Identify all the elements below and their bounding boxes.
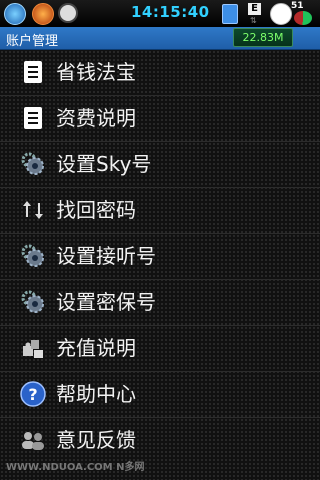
document-icon bbox=[24, 107, 42, 129]
users-icon bbox=[22, 432, 44, 450]
signal-arrows-icon: ⇅ bbox=[250, 16, 257, 25]
menu-item-set-sky-number[interactable]: 设置Sky号 bbox=[0, 142, 320, 188]
weather-notification-icon bbox=[32, 3, 54, 25]
menu-item-label: 找回密码 bbox=[56, 198, 136, 222]
menu-item-label: 设置接听号 bbox=[56, 244, 156, 268]
battery-percent: 51 bbox=[291, 1, 304, 11]
status-bar: 14:15:40 E ⇅ 51 bbox=[0, 0, 320, 27]
battery-icon bbox=[294, 11, 312, 25]
menu-item-label: 设置Sky号 bbox=[56, 152, 152, 176]
menu-item-label: 设置密保号 bbox=[56, 290, 156, 314]
menu-item-help-center[interactable]: ? 帮助中心 bbox=[0, 372, 320, 418]
menu-item-recharge-description[interactable]: 充值说明 bbox=[0, 326, 320, 372]
gear-icon bbox=[21, 290, 44, 313]
menu-item-save-money[interactable]: 省钱法宝 bbox=[0, 50, 320, 96]
menu-list: 省钱法宝 资费说明 设置Sky号 找回密码 设置接听号 设置密保号 充值说明 ?… bbox=[0, 50, 320, 480]
page-title: 账户管理 bbox=[6, 34, 59, 49]
menu-item-feedback[interactable]: 意见反馈 bbox=[0, 418, 320, 463]
menu-item-label: 资费说明 bbox=[56, 106, 136, 130]
menu-item-recover-password[interactable]: 找回密码 bbox=[0, 188, 320, 234]
menu-item-label: 意见反馈 bbox=[56, 428, 136, 452]
vibrate-icon bbox=[222, 4, 238, 24]
puzzle-icon bbox=[23, 340, 43, 358]
gear-icon bbox=[21, 152, 44, 175]
network-type-icon: E bbox=[248, 3, 261, 15]
app-notification-icon bbox=[4, 3, 26, 25]
menu-item-set-security-number[interactable]: 设置密保号 bbox=[0, 280, 320, 326]
svg-text:?: ? bbox=[28, 385, 37, 404]
title-bar: 账户管理 22.83M bbox=[0, 27, 320, 50]
gear-icon bbox=[21, 244, 44, 267]
swap-arrows-icon bbox=[23, 201, 43, 219]
alarm-clock-icon bbox=[58, 3, 78, 23]
document-icon bbox=[24, 61, 42, 83]
menu-item-label: 省钱法宝 bbox=[56, 60, 136, 84]
watermark: WWW.NDUOA.COM N多网 bbox=[6, 462, 145, 473]
sync-icon bbox=[270, 3, 292, 25]
menu-item-set-answer-number[interactable]: 设置接听号 bbox=[0, 234, 320, 280]
menu-item-label: 帮助中心 bbox=[56, 382, 136, 406]
status-time: 14:15:40 bbox=[131, 3, 210, 21]
menu-item-fee-description[interactable]: 资费说明 bbox=[0, 96, 320, 142]
help-icon: ? bbox=[20, 381, 46, 407]
memory-indicator: 22.83M bbox=[233, 28, 293, 47]
menu-item-label: 充值说明 bbox=[56, 336, 136, 360]
